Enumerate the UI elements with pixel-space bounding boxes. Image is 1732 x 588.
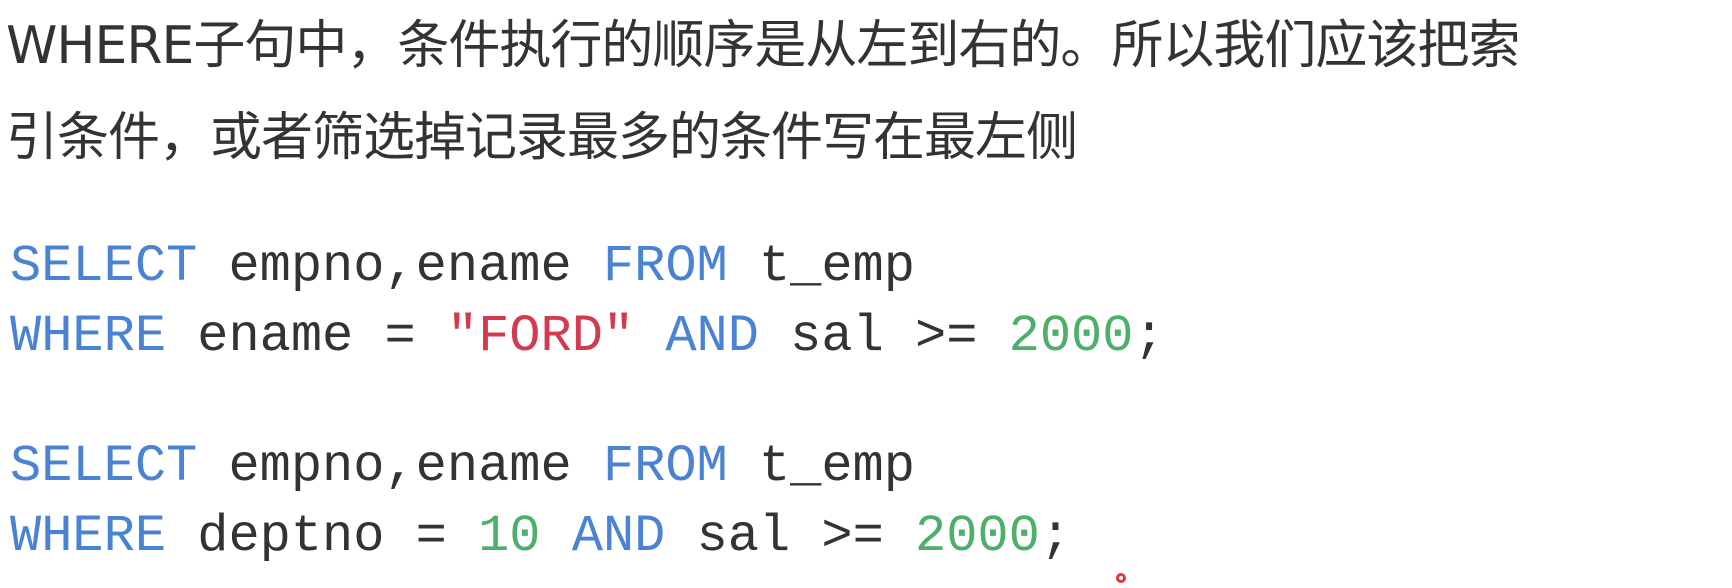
statement-terminator: ;	[1133, 307, 1165, 366]
keyword-and: AND	[665, 307, 759, 366]
keyword-from: FROM	[602, 237, 728, 296]
keyword-from: FROM	[602, 437, 728, 496]
code-block-2: SELECT empno,ename FROM t_emp WHERE deptn…	[10, 432, 1071, 572]
condition-column: ename =	[166, 307, 447, 366]
code-line: SELECT empno,ename FROM t_emp	[10, 432, 1071, 502]
condition-sal: sal >=	[665, 507, 915, 566]
string-literal: "FORD"	[446, 307, 635, 366]
statement-terminator: ;	[1039, 507, 1072, 566]
keyword-where: WHERE	[10, 507, 167, 566]
keyword-and: AND	[571, 507, 666, 566]
explanation-paragraph: WHERE子句中，条件执行的顺序是从左到右的。所以我们应该把索 引条件，或者筛选…	[6, 0, 1726, 184]
keyword-where: WHERE	[10, 307, 167, 366]
number-literal: 10	[478, 507, 541, 566]
table-name: t_emp	[727, 437, 915, 496]
keyword-select: SELECT	[10, 237, 198, 296]
column-list: empno,ename	[197, 237, 603, 296]
number-literal: 2000	[915, 507, 1040, 566]
paragraph-line-1: WHERE子句中，条件执行的顺序是从左到右的。所以我们应该把索	[6, 16, 1520, 76]
cursor-dot-icon	[1116, 573, 1126, 583]
condition-sal: sal >=	[758, 307, 1009, 366]
keyword-select: SELECT	[10, 437, 198, 496]
paragraph-line-2: 引条件，或者筛选掉记录最多的条件写在最左侧	[6, 108, 1078, 168]
code-line: SELECT empno,ename FROM t_emp	[10, 232, 1165, 302]
column-list: empno,ename	[197, 437, 603, 496]
code-block-1: SELECT empno,ename FROM t_emp WHERE ename…	[10, 232, 1165, 372]
code-line: WHERE deptno = 10 AND sal >= 2000;	[10, 502, 1071, 572]
table-name: t_emp	[727, 237, 915, 296]
condition-column: deptno =	[166, 507, 479, 566]
code-line: WHERE ename = "FORD" AND sal >= 2000;	[10, 302, 1165, 372]
number-literal: 2000	[1008, 307, 1134, 366]
